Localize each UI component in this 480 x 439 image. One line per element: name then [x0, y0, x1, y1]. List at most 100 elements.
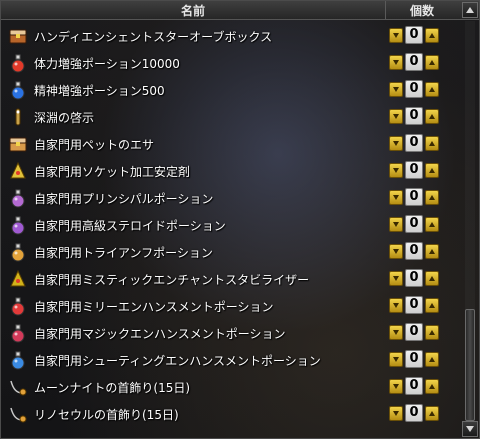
- arrow-down-icon: [466, 426, 474, 432]
- red-potion-icon: [8, 53, 28, 73]
- magic-potion-icon: [8, 323, 28, 343]
- scroll-down-button[interactable]: [462, 421, 478, 437]
- item-name: 自家門用トライアンフポーション: [34, 246, 213, 260]
- item-name: 自家門用ミスティックエンチャントスタビライザー: [34, 273, 310, 287]
- quantity-value[interactable]: 0: [405, 53, 423, 71]
- quantity-value[interactable]: 0: [405, 296, 423, 314]
- quantity-value[interactable]: 0: [405, 80, 423, 98]
- quantity-decrease-button[interactable]: [389, 82, 403, 97]
- steroid-potion-icon: [8, 215, 28, 235]
- quantity-decrease-button[interactable]: [389, 163, 403, 178]
- item-row[interactable]: リノセウルの首飾り(15日) 0: [1, 401, 461, 428]
- item-row[interactable]: 体力増強ポーション10000 0: [1, 50, 461, 77]
- quantity-increase-button[interactable]: [425, 244, 439, 259]
- blue-potion-icon: [8, 80, 28, 100]
- quantity-increase-button[interactable]: [425, 379, 439, 394]
- item-row[interactable]: 精神増強ポーション500 0: [1, 77, 461, 104]
- quantity-value[interactable]: 0: [405, 404, 423, 422]
- item-name: ムーンナイトの首飾り(15日): [34, 381, 191, 395]
- triumph-potion-icon: [8, 242, 28, 262]
- quantity-decrease-button[interactable]: [389, 325, 403, 340]
- quantity-decrease-button[interactable]: [389, 352, 403, 367]
- quantity-value[interactable]: 0: [405, 350, 423, 368]
- item-name: 精神増強ポーション500: [34, 84, 165, 98]
- quantity-value[interactable]: 0: [405, 107, 423, 125]
- quantity-decrease-button[interactable]: [389, 298, 403, 313]
- item-name: 自家門用マジックエンハンスメントポーション: [34, 327, 286, 341]
- necklace-icon: [8, 404, 28, 424]
- item-name: 自家門用ソケット加工安定剤: [34, 165, 191, 179]
- item-list: ハンディエンシェントスターオーブボックス 0 体力増強ポーション10000 0 …: [1, 23, 461, 428]
- socket-stabilizer-icon: [8, 161, 28, 181]
- arrow-up-icon: [466, 7, 474, 13]
- quantity-value[interactable]: 0: [405, 323, 423, 341]
- mystic-stabilizer-icon: [8, 269, 28, 289]
- quantity-increase-button[interactable]: [425, 55, 439, 70]
- quantity-decrease-button[interactable]: [389, 109, 403, 124]
- quantity-value[interactable]: 0: [405, 161, 423, 179]
- item-row[interactable]: 自家門用ミスティックエンチャントスタビライザー 0: [1, 266, 461, 293]
- quantity-decrease-button[interactable]: [389, 190, 403, 205]
- pet-food-box-icon: [8, 134, 28, 154]
- item-name: 自家門用シューティングエンハンスメントポーション: [34, 354, 321, 368]
- quantity-decrease-button[interactable]: [389, 28, 403, 43]
- quantity-increase-button[interactable]: [425, 298, 439, 313]
- quantity-increase-button[interactable]: [425, 109, 439, 124]
- column-header-name: 名前: [180, 4, 205, 18]
- quantity-increase-button[interactable]: [425, 352, 439, 367]
- abyss-scroll-icon: [8, 107, 28, 127]
- quantity-value[interactable]: 0: [405, 188, 423, 206]
- item-name: 自家門用ミリーエンハンスメントポーション: [34, 300, 274, 314]
- quantity-increase-button[interactable]: [425, 82, 439, 97]
- item-name: リノセウルの首飾り(15日): [34, 408, 179, 422]
- item-row[interactable]: 自家門用シューティングエンハンスメントポーション 0: [1, 347, 461, 374]
- quantity-value[interactable]: 0: [405, 269, 423, 287]
- quantity-decrease-button[interactable]: [389, 379, 403, 394]
- quantity-increase-button[interactable]: [425, 406, 439, 421]
- column-header-quantity: 個数: [409, 4, 434, 18]
- quantity-decrease-button[interactable]: [389, 217, 403, 232]
- item-row[interactable]: 自家門用トライアンフポーション 0: [1, 239, 461, 266]
- item-row[interactable]: 自家門用高級ステロイドポーション 0: [1, 212, 461, 239]
- quantity-value[interactable]: 0: [405, 215, 423, 233]
- quantity-decrease-button[interactable]: [389, 271, 403, 286]
- quantity-decrease-button[interactable]: [389, 55, 403, 70]
- item-row[interactable]: 自家門用ペットのエサ 0: [1, 131, 461, 158]
- scrollbar-thumb[interactable]: [465, 309, 475, 421]
- quantity-increase-button[interactable]: [425, 136, 439, 151]
- item-row[interactable]: 深淵の啓示 0: [1, 104, 461, 131]
- item-row[interactable]: ムーンナイトの首飾り(15日) 0: [1, 374, 461, 401]
- item-row[interactable]: 自家門用ソケット加工安定剤 0: [1, 158, 461, 185]
- item-name: ハンディエンシェントスターオーブボックス: [34, 30, 273, 44]
- quantity-value[interactable]: 0: [405, 242, 423, 260]
- item-row[interactable]: 自家門用マジックエンハンスメントポーション 0: [1, 320, 461, 347]
- quantity-increase-button[interactable]: [425, 190, 439, 205]
- quantity-increase-button[interactable]: [425, 325, 439, 340]
- melee-potion-icon: [8, 296, 28, 316]
- necklace-icon: [8, 377, 28, 397]
- quantity-decrease-button[interactable]: [389, 136, 403, 151]
- quantity-increase-button[interactable]: [425, 163, 439, 178]
- item-quantity-window: 名前 個数 ハンディエンシェントスターオーブボックス 0 体力増強ポーション10…: [0, 0, 480, 439]
- item-name: 体力増強ポーション10000: [34, 57, 180, 71]
- item-row[interactable]: ハンディエンシェントスターオーブボックス 0: [1, 23, 461, 50]
- item-name: 深淵の啓示: [34, 111, 95, 125]
- quantity-increase-button[interactable]: [425, 271, 439, 286]
- item-row[interactable]: 自家門用プリンシパルポーション 0: [1, 185, 461, 212]
- scroll-up-button[interactable]: [462, 2, 478, 18]
- item-name: 自家門用ペットのエサ: [34, 138, 155, 152]
- item-row[interactable]: 自家門用ミリーエンハンスメントポーション 0: [1, 293, 461, 320]
- shooting-potion-icon: [8, 350, 28, 370]
- item-name: 自家門用高級ステロイドポーション: [34, 219, 226, 233]
- principal-potion-icon: [8, 188, 28, 208]
- item-name: 自家門用プリンシパルポーション: [34, 192, 214, 206]
- quantity-increase-button[interactable]: [425, 28, 439, 43]
- quantity-decrease-button[interactable]: [389, 406, 403, 421]
- quantity-value[interactable]: 0: [405, 134, 423, 152]
- quantity-decrease-button[interactable]: [389, 244, 403, 259]
- list-header: 名前 個数: [1, 1, 479, 20]
- quantity-value[interactable]: 0: [405, 26, 423, 44]
- quantity-increase-button[interactable]: [425, 217, 439, 232]
- treasure-box-icon: [8, 26, 28, 46]
- quantity-value[interactable]: 0: [405, 377, 423, 395]
